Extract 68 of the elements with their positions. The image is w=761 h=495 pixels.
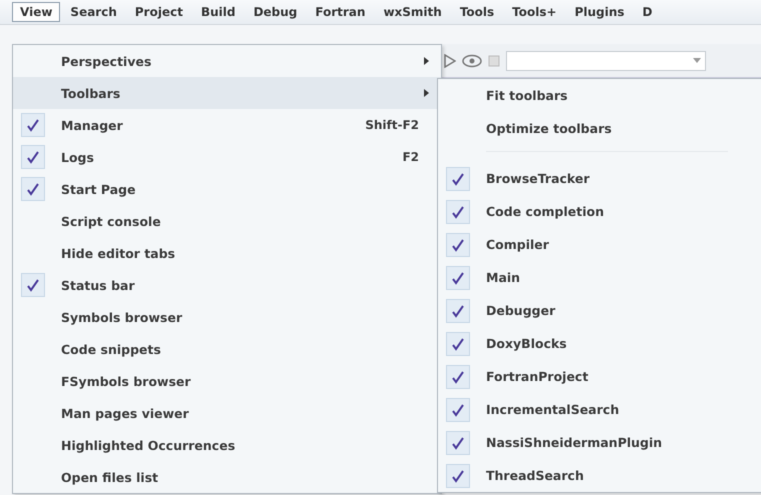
menu-item[interactable]: FortranProject: [438, 360, 761, 393]
menu-item-label: Code completion: [485, 204, 606, 219]
menu-item[interactable]: DoxyBlocks: [438, 327, 761, 360]
menu-item-label: Man pages viewer: [60, 406, 190, 420]
menu-item-label: Logs: [60, 150, 95, 164]
menu-item-label: Start Page: [60, 182, 137, 196]
play-icon[interactable]: [444, 54, 456, 68]
menu-title[interactable]: Build: [192, 2, 244, 22]
menu-item[interactable]: Optimize toolbars: [438, 112, 761, 145]
menu-item[interactable]: NassiShneidermanPlugin: [438, 426, 761, 459]
eye-icon[interactable]: [462, 54, 482, 68]
menu-item-label: Script console: [60, 214, 162, 228]
menu-item-label: Symbols browser: [60, 310, 184, 324]
menu-title[interactable]: View: [12, 2, 60, 22]
menu-title[interactable]: Tools: [452, 2, 502, 22]
menu-item-label: Compiler: [485, 237, 550, 252]
menu-item[interactable]: FSymbols browser: [13, 365, 441, 397]
menu-item-label: Main: [485, 270, 522, 285]
shortcut-label: F2: [402, 150, 420, 164]
menu-item[interactable]: Main: [438, 261, 761, 294]
menu-item-label: Perspectives: [60, 54, 152, 68]
menu-item[interactable]: Open files list: [13, 461, 441, 493]
menu-item-label: FortranProject: [485, 369, 590, 384]
menu-item[interactable]: Man pages viewer: [13, 397, 441, 429]
menu-item[interactable]: Toolbars: [13, 77, 441, 109]
menu-title[interactable]: Debug: [245, 2, 306, 22]
menu-item[interactable]: Fit toolbars: [438, 79, 761, 112]
menu-item[interactable]: Script console: [13, 205, 441, 237]
menu-item[interactable]: Compiler: [438, 228, 761, 261]
menu-item[interactable]: Logs F2: [13, 141, 441, 173]
menu-item-label: Status bar: [60, 278, 136, 292]
menu-item[interactable]: IncrementalSearch: [438, 393, 761, 426]
menu-item-label: Code snippets: [60, 342, 162, 356]
menu-item[interactable]: Highlighted Occurrences: [13, 429, 441, 461]
menu-item[interactable]: BrowseTracker: [438, 162, 761, 195]
menu-item-label: Highlighted Occurrences: [60, 438, 236, 452]
menu-item-label: Open files list: [60, 470, 160, 484]
menu-item[interactable]: ThreadSearch: [438, 459, 761, 492]
menu-item-label: Toolbars: [60, 86, 122, 100]
menu-title[interactable]: Fortran: [307, 2, 374, 22]
menu-title[interactable]: Search: [62, 2, 125, 22]
shortcut-label: Shift-F2: [365, 118, 420, 132]
menu-item[interactable]: Start Page: [13, 173, 441, 205]
menu-item-label: DoxyBlocks: [485, 336, 568, 351]
menu-item[interactable]: Debugger: [438, 294, 761, 327]
menu-item-label: BrowseTracker: [485, 171, 591, 186]
menu-item[interactable]: Symbols browser: [13, 301, 441, 333]
menu-item-label: IncrementalSearch: [485, 402, 620, 417]
menu-item[interactable]: Status bar: [13, 269, 441, 301]
dropdown-icon: [693, 58, 701, 63]
menu-item-label: NassiShneidermanPlugin: [485, 435, 664, 450]
menu-item[interactable]: Code snippets: [13, 333, 441, 365]
menu-item-label: ThreadSearch: [485, 468, 585, 483]
menu-title[interactable]: Project: [126, 2, 191, 22]
menu-title[interactable]: D: [634, 2, 660, 22]
menu-item[interactable]: Manager Shift-F2: [13, 109, 441, 141]
menu-item[interactable]: Code completion: [438, 195, 761, 228]
menu-item-label: FSymbols browser: [60, 374, 192, 388]
menu-item-label: Hide editor tabs: [60, 246, 176, 260]
menu-title[interactable]: Plugins: [566, 2, 632, 22]
menu-item-label: Optimize toolbars: [485, 121, 613, 136]
menu-title[interactable]: Tools+: [504, 2, 565, 22]
menu-item-label: Debugger: [485, 303, 556, 318]
menu-title[interactable]: wxSmith: [375, 2, 450, 22]
menu-item[interactable]: Hide editor tabs: [13, 237, 441, 269]
menu-item-label: Manager: [60, 118, 124, 132]
menu-item-label: Fit toolbars: [485, 88, 569, 103]
menu-item[interactable]: Perspectives: [13, 45, 441, 77]
